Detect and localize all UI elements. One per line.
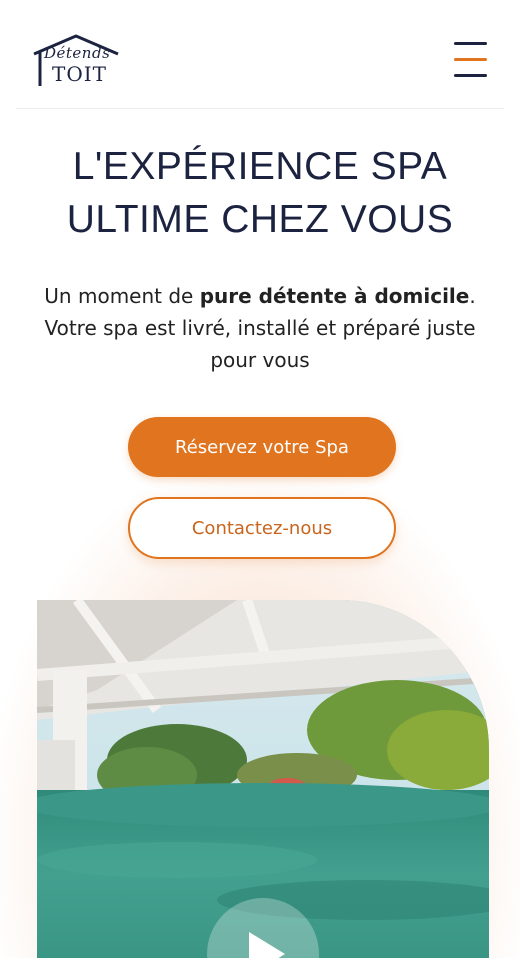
site-header: Détends TOIT (0, 0, 520, 110)
contact-button[interactable]: Contactez-nous (128, 497, 396, 559)
hero-description: Un moment de pure détente à domicile. Vo… (30, 280, 490, 376)
hamburger-menu-icon[interactable] (448, 38, 492, 82)
hero-text-bold: pure détente à domicile (199, 284, 470, 308)
logo-main-text: TOIT (52, 62, 107, 86)
book-spa-button[interactable]: Réservez votre Spa (128, 417, 396, 477)
hero-title-line2: ULTIME CHEZ VOUS (66, 198, 454, 241)
page-bottom (0, 958, 520, 970)
hero-text-part1: Un moment de (44, 284, 200, 308)
play-icon (249, 932, 285, 960)
menu-bar-bottom (454, 74, 487, 77)
header-divider (16, 108, 504, 109)
menu-bar-middle (454, 58, 487, 61)
hero-title: L'EXPÉRIENCE SPA ULTIME CHEZ VOUS (20, 140, 500, 246)
hero-video[interactable] (37, 600, 489, 960)
logo[interactable]: Détends TOIT (30, 30, 122, 90)
menu-bar-top (454, 42, 487, 45)
logo-script-text: Détends (44, 44, 111, 62)
hero-title-line1: L'EXPÉRIENCE SPA (72, 145, 448, 188)
